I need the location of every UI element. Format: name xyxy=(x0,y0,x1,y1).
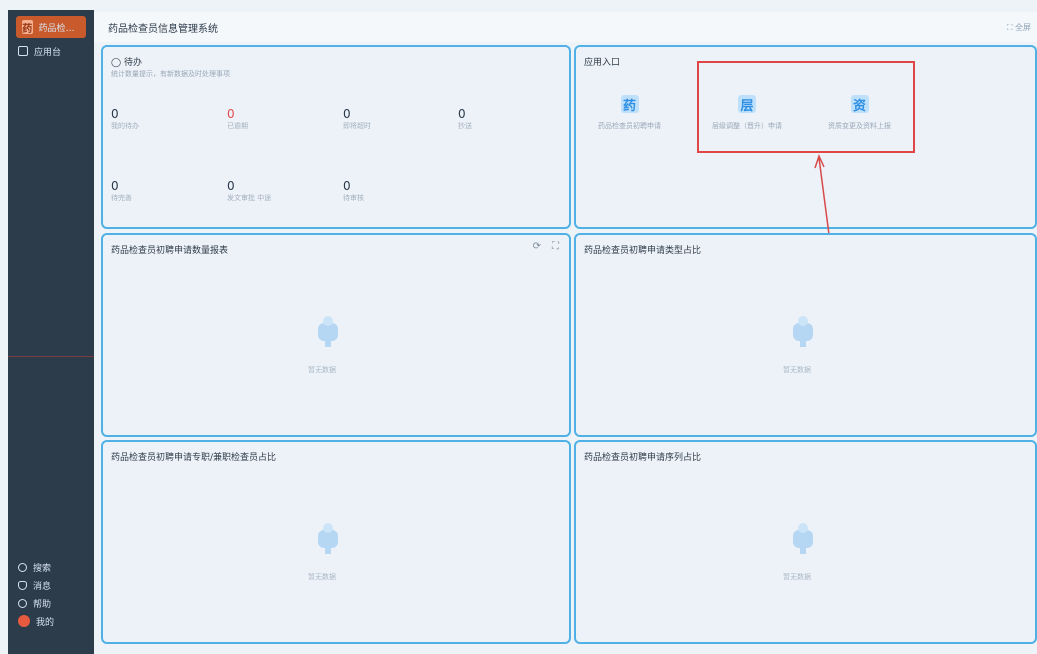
empty-state-text: 暂无数据 xyxy=(308,366,336,374)
shortcut-initial-application[interactable]: 药 药品检查员初聘申请 xyxy=(598,95,661,131)
avatar xyxy=(18,615,30,627)
chart-panel-application-type: 药品检查员初聘申请类型占比 暂无数据 xyxy=(574,233,1037,437)
chart-title: 药品检查员初聘申请专职/兼职检查员占比 xyxy=(111,453,277,463)
sidebar-item-messages[interactable]: 消息 xyxy=(8,576,94,594)
empty-state-icon xyxy=(318,316,338,347)
metric-due-soon[interactable]: 0 即将超时 xyxy=(343,107,371,131)
sidebar-item-label: 搜索 xyxy=(33,563,52,574)
sidebar-item-user[interactable]: 我的 xyxy=(8,612,94,630)
chart-panel-sequence: 药品检查员初聘申请序列占比 暂无数据 xyxy=(574,440,1037,644)
fullscreen-icon: ⛶ xyxy=(1006,23,1013,32)
sidebar-item-label: 应用台 xyxy=(34,47,62,58)
app-switcher[interactable]: 药 药品检查员... xyxy=(16,16,86,38)
empty-state-text: 暂无数据 xyxy=(783,366,811,374)
sidebar-item-search[interactable]: 搜索 xyxy=(8,558,94,576)
sidebar-item-apps[interactable]: 应用台 xyxy=(8,42,94,60)
metric-doc-approval[interactable]: 0 发文审批 中途 xyxy=(227,179,271,203)
metric-overdue[interactable]: 0 已逾期 xyxy=(227,107,248,131)
chart-title: 药品检查员初聘申请数量报表 xyxy=(111,246,229,256)
sidebar-item-label: 消息 xyxy=(33,581,52,592)
grid-icon xyxy=(18,46,28,56)
topbar: 药品检查员信息管理系统 ⛶ 全屏 xyxy=(94,12,1037,42)
chart-panel-fulltime-parttime: 药品检查员初聘申请专职/兼职检查员占比 暂无数据 xyxy=(101,440,571,644)
todo-subtitle: 统计数量提示，有新数据及时处理事项 xyxy=(111,70,230,78)
refresh-icon[interactable]: ⟳ xyxy=(533,241,541,252)
sidebar: 药 药品检查员... 应用台 搜索 消息 帮助 我的 xyxy=(8,10,94,654)
empty-state-text: 暂无数据 xyxy=(783,573,811,581)
medicine-icon: 药 xyxy=(620,95,639,114)
empty-state-icon xyxy=(793,523,813,554)
chart-title: 药品检查员初聘申请类型占比 xyxy=(584,246,702,256)
annotation-box xyxy=(697,61,915,153)
shortcuts-title: 应用入口 xyxy=(584,58,621,68)
expand-icon[interactable]: ⛶ xyxy=(552,241,559,252)
empty-state-icon xyxy=(793,316,813,347)
bell-icon xyxy=(18,580,27,590)
fullscreen-button[interactable]: ⛶ 全屏 xyxy=(1007,22,1031,33)
sidebar-bottom: 搜索 消息 帮助 我的 xyxy=(8,558,94,630)
sidebar-item-label: 帮助 xyxy=(33,599,52,610)
search-icon xyxy=(18,562,27,572)
app-logo: 药 xyxy=(22,20,33,35)
chart-panel-application-count: 药品检查员初聘申请数量报表 ⟳ ⛶ 暂无数据 xyxy=(101,233,571,437)
sidebar-item-label: 我的 xyxy=(36,617,55,628)
sidebar-item-help[interactable]: 帮助 xyxy=(8,594,94,612)
app-short-title: 药品检查员... xyxy=(38,23,80,34)
chart-title: 药品检查员初聘申请序列占比 xyxy=(584,453,702,463)
todo-panel: ◯ 待办 统计数量提示，有新数据及时处理事项 0 我的待办 0 已逾期 0 即将… xyxy=(101,45,571,229)
empty-state-text: 暂无数据 xyxy=(308,573,336,581)
todo-title: ◯ 待办 xyxy=(111,58,142,68)
metric-to-review[interactable]: 0 待审核 xyxy=(343,179,364,203)
page-title: 药品检查员信息管理系统 xyxy=(108,23,218,35)
help-icon xyxy=(18,598,27,608)
divider xyxy=(8,356,94,357)
metric-my-todo[interactable]: 0 我的待办 xyxy=(111,107,139,131)
check-circle-icon: ◯ xyxy=(111,58,122,68)
metric-pending-complete[interactable]: 0 待完善 xyxy=(111,179,132,203)
empty-state-icon xyxy=(318,523,338,554)
metric-cc[interactable]: 0 抄送 xyxy=(458,107,472,131)
